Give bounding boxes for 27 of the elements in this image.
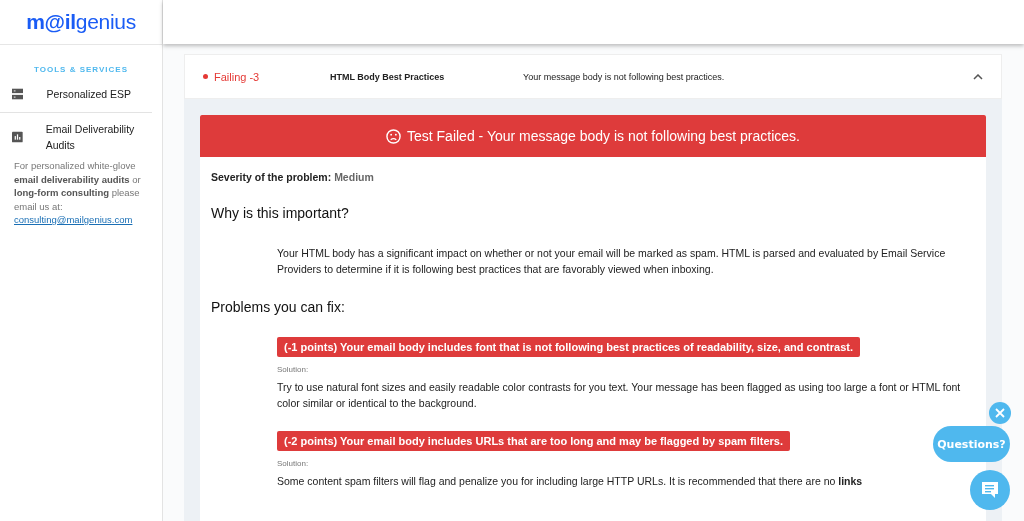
- email-link[interactable]: consulting@mailgenius.com: [14, 213, 162, 226]
- server-icon: [12, 88, 24, 100]
- bar-chart-icon: [12, 131, 23, 143]
- logo[interactable]: m@ilgenius: [26, 10, 136, 34]
- banner-text: Test Failed - Your message body is not following best practices.: [407, 128, 800, 144]
- section-title: TOOLS & SERVICES: [33, 65, 129, 74]
- status-label: Failing -3: [203, 70, 330, 83]
- severity-value: Medium: [334, 171, 374, 183]
- solution-label: Solution:: [277, 365, 310, 374]
- solution-label: Solution:: [277, 459, 310, 468]
- severity-label: Severity of the problem:: [211, 171, 332, 183]
- chevron-up-icon[interactable]: [973, 73, 983, 80]
- solution-text: Try to use natural font sizes and easily readable color contrasts for you text. Your message has been flagged as using too large a font or HTML font color similar or identical to the background.: [277, 380, 962, 411]
- test-row[interactable]: Failing -3 HTML Body Best Practices Your message body is not following best practices.: [184, 54, 1002, 99]
- sidebar-item[interactable]: Personalized ESP: [0, 86, 152, 113]
- explanation-text: Your HTML body has a significant impact on whether or not your email will be marked as spam. HTML is parsed and evaluated by Email Service Providers to determine if it is following best practices that are favorably viewed when inboxing.: [277, 246, 947, 277]
- test-name: HTML Body Best Practices: [330, 71, 446, 82]
- solution-text: Some content spam filters will flag and penalize you for including large HTTP URLs. It is recommended that there are no links: [277, 474, 864, 489]
- test-summary: Your message body is not following best practices.: [523, 71, 726, 82]
- section-heading: Why is this important?: [211, 205, 350, 221]
- problem-badge: (-2 points) Your email body includes URLs that are too long and may be flagged by spam filters.: [277, 431, 790, 451]
- section-heading: Problems you can fix:: [211, 299, 346, 315]
- sidebar-item[interactable]: Email Deliverability Audits: [0, 121, 152, 153]
- chat-icon: [980, 480, 1000, 500]
- consulting-note: For personalized white-glove email deliverability audits or long-form consulting please email us at:: [14, 159, 142, 213]
- problem-badge: (-1 points) Your email body includes font that is not following best practices of readability, size, and contrast.: [277, 337, 861, 357]
- sad-face-icon: [386, 128, 401, 144]
